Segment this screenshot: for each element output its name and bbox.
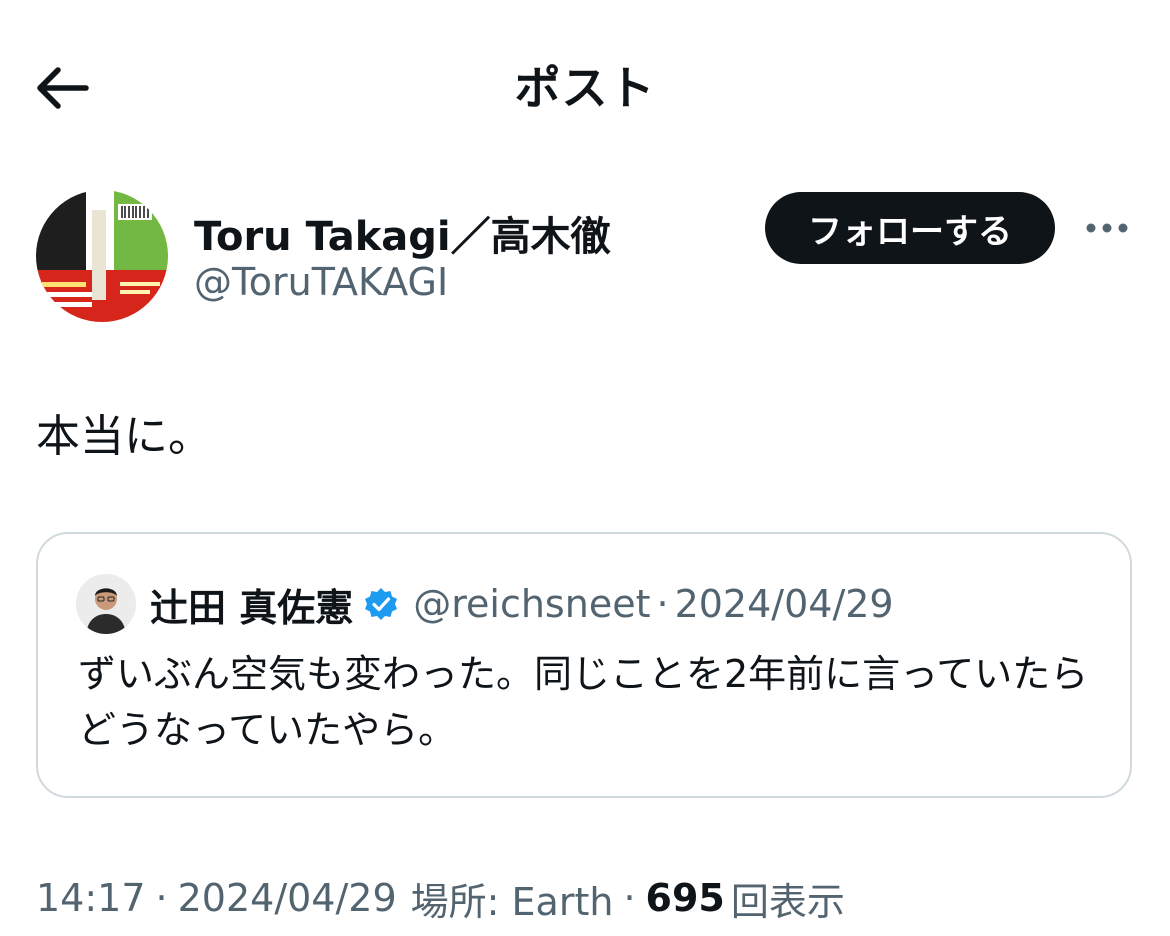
quoted-post-meta: 辻田 真佐憲 @reichsneet · 2024/04/29 xyxy=(150,576,894,632)
post-author: Toru Takagi／高木徹 @ToruTAKAGI フォローする xyxy=(36,188,1136,323)
quoted-post-card[interactable]: 辻田 真佐憲 @reichsneet · 2024/04/29 ずいぶん空気も変… xyxy=(36,532,1132,798)
meta-separator: · xyxy=(155,876,168,920)
views-label: 回表示 xyxy=(730,879,845,924)
meta-separator: · xyxy=(656,582,669,626)
quoted-author-name[interactable]: 辻田 真佐憲 xyxy=(150,577,353,632)
post-date[interactable]: 2024/04/29 xyxy=(178,876,397,920)
post-text: 本当に。 xyxy=(36,411,212,462)
quoted-author-handle: @reichsneet xyxy=(413,582,651,626)
book-cover-avatar-image xyxy=(36,190,168,322)
post-meta-footer: 14:17 · 2024/04/29 場所: Earth · 695 回表示 xyxy=(36,870,845,926)
top-bar: ポスト xyxy=(0,0,1170,175)
quoted-author-avatar xyxy=(76,574,136,634)
post-time: 14:17 xyxy=(36,876,146,920)
author-avatar[interactable] xyxy=(36,190,168,322)
author-name[interactable]: Toru Takagi／高木徹 xyxy=(194,204,611,262)
more-horizontal-icon xyxy=(1086,223,1128,233)
verified-badge-icon xyxy=(363,586,399,622)
person-avatar-image xyxy=(76,574,136,634)
quoted-post-text: ずいぶん空気も変わった。同じことを2年前に言っていたらどうなっていたやら。 xyxy=(78,652,1089,752)
quoted-post-date: 2024/04/29 xyxy=(674,582,894,626)
meta-separator: · xyxy=(623,876,636,920)
follow-button[interactable]: フォローする xyxy=(765,192,1055,264)
views-count: 695 xyxy=(645,876,725,920)
page-title: ポスト xyxy=(514,61,656,115)
more-options-button[interactable] xyxy=(1082,208,1132,248)
post-location: 場所: Earth xyxy=(410,879,614,924)
author-handle[interactable]: @ToruTAKAGI xyxy=(194,260,448,304)
